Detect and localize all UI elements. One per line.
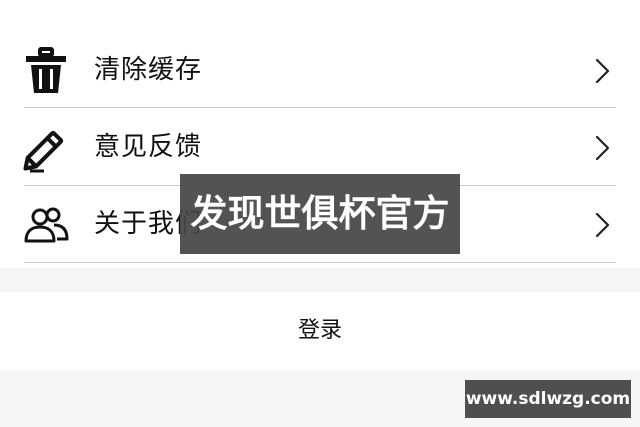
watermark-banner: 发现世俱杯官方: [180, 174, 460, 254]
trash-icon: [20, 45, 72, 97]
pencil-icon: [20, 122, 72, 174]
section-gap: [0, 268, 640, 292]
login-button[interactable]: 登录: [0, 292, 640, 370]
divider: [24, 107, 616, 108]
divider: [24, 262, 616, 263]
chevron-right-icon: [592, 56, 612, 86]
chevron-right-icon: [592, 210, 612, 240]
login-row: 登录: [0, 292, 640, 370]
menu-item-clear-cache[interactable]: 清除缓存: [0, 32, 640, 109]
menu-item-label: 清除缓存: [94, 55, 203, 85]
watermark-url: www.sdlwzg.com: [465, 380, 631, 418]
chevron-right-icon: [592, 133, 612, 163]
users-icon: [20, 199, 72, 251]
